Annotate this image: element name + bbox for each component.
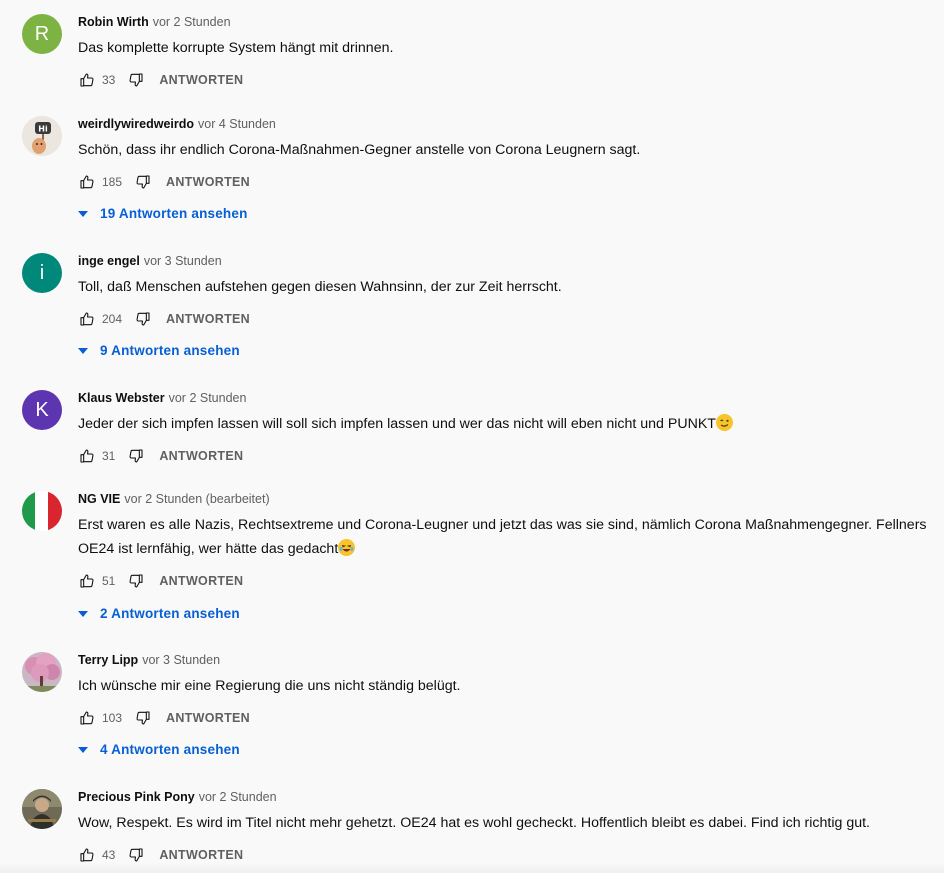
thumbs-down-icon[interactable]: [127, 447, 145, 465]
comment-text: Ich wünsche mir eine Regierung die uns n…: [78, 674, 934, 698]
person-photo-avatar-icon: [22, 789, 62, 829]
comment-author[interactable]: Robin Wirth: [78, 15, 149, 29]
thumbs-up-icon[interactable]: [78, 71, 96, 89]
view-replies-button[interactable]: 4 Antworten ansehen: [78, 742, 240, 757]
bottom-fade: [0, 863, 944, 873]
thumbs-up-icon[interactable]: [78, 173, 96, 191]
comment-text: Jeder der sich impfen lassen will soll s…: [78, 412, 934, 436]
avatar[interactable]: i: [22, 253, 62, 293]
comment-text: Erst waren es alle Nazis, Rechtsextreme …: [78, 513, 934, 561]
view-replies-label: 2 Antworten ansehen: [100, 606, 240, 621]
avatar-letter: K: [35, 398, 49, 421]
like-count: 185: [102, 175, 123, 189]
winking-face-emoji-icon: [715, 414, 733, 431]
comment-toolbar: 185 ANTWORTEN: [78, 170, 934, 194]
avatar[interactable]: R: [22, 14, 62, 54]
comment-text: Schön, dass ihr endlich Corona-Maßnahmen…: [78, 138, 934, 162]
comment-text: Wow, Respekt. Es wird im Titel nicht meh…: [78, 811, 934, 835]
view-replies-button[interactable]: 9 Antworten ansehen: [78, 343, 240, 358]
comment-author[interactable]: Klaus Webster: [78, 391, 165, 405]
thumbs-up-icon[interactable]: [78, 846, 96, 864]
comment-author[interactable]: weirdlywiredweirdo: [78, 117, 194, 131]
thumbs-down-icon[interactable]: [134, 173, 152, 191]
comment-author[interactable]: Terry Lipp: [78, 653, 138, 667]
reply-button[interactable]: ANTWORTEN: [159, 848, 243, 862]
thumbs-up-icon[interactable]: [78, 572, 96, 590]
avatar[interactable]: K: [22, 390, 62, 430]
thumbs-up-icon[interactable]: [78, 447, 96, 465]
reply-button[interactable]: ANTWORTEN: [166, 312, 250, 326]
like-count: 103: [102, 711, 123, 725]
comment-time[interactable]: vor 3 Stunden: [144, 254, 222, 268]
comment-text-content: Erst waren es alle Nazis, Rechtsextreme …: [78, 517, 927, 557]
view-replies-button[interactable]: 2 Antworten ansehen: [78, 606, 240, 621]
like-count: 31: [102, 449, 116, 463]
view-replies-label: 4 Antworten ansehen: [100, 742, 240, 757]
svg-text:Hi: Hi: [38, 125, 48, 134]
comment-time[interactable]: vor 2 Stunden: [199, 790, 277, 804]
caret-down-icon: [78, 610, 88, 617]
avatar-letter: i: [39, 261, 45, 284]
comment-text: Das komplette korrupte System hängt mit …: [78, 36, 934, 60]
view-replies-button[interactable]: 19 Antworten ansehen: [78, 206, 248, 221]
thumbs-down-icon[interactable]: [127, 572, 145, 590]
thumbs-up-icon[interactable]: [78, 310, 96, 328]
comment-text-content: Ich wünsche mir eine Regierung die uns n…: [78, 678, 461, 694]
comment-toolbar: 51 ANTWORTEN: [78, 569, 934, 593]
caret-down-icon: [78, 210, 88, 217]
comment-time[interactable]: vor 4 Stunden: [198, 117, 276, 131]
hi-sign-avatar-icon: Hi: [22, 116, 62, 156]
reply-button[interactable]: ANTWORTEN: [159, 73, 243, 87]
thumbs-down-icon[interactable]: [127, 846, 145, 864]
comment-toolbar: 31 ANTWORTEN: [78, 444, 934, 468]
comment-author[interactable]: NG VIE: [78, 492, 120, 506]
reply-button[interactable]: ANTWORTEN: [159, 449, 243, 463]
comment-text-content: Das komplette korrupte System hängt mit …: [78, 40, 394, 56]
comment-author[interactable]: inge engel: [78, 254, 140, 268]
comment-text-content: Jeder der sich impfen lassen will soll s…: [78, 416, 716, 432]
comment-time[interactable]: vor 2 Stunden: [153, 15, 231, 29]
comment-text-content: Toll, daß Menschen aufstehen gegen diese…: [78, 279, 562, 295]
view-replies-label: 19 Antworten ansehen: [100, 206, 248, 221]
thumbs-down-icon[interactable]: [127, 71, 145, 89]
reply-button[interactable]: ANTWORTEN: [166, 711, 250, 725]
comment-toolbar: 103 ANTWORTEN: [78, 706, 934, 730]
comment-toolbar: 204 ANTWORTEN: [78, 307, 934, 331]
like-count: 43: [102, 848, 116, 862]
italian-flag-avatar-icon: [22, 491, 62, 531]
comment-time[interactable]: vor 2 Stunden: [169, 391, 247, 405]
avatar[interactable]: Hi: [22, 116, 62, 156]
comment-time[interactable]: vor 2 Stunden (bearbeitet): [124, 492, 269, 506]
thumbs-up-icon[interactable]: [78, 709, 96, 727]
thumbs-down-icon[interactable]: [134, 310, 152, 328]
comment-text: Toll, daß Menschen aufstehen gegen diese…: [78, 275, 934, 299]
comment-text-content: Schön, dass ihr endlich Corona-Maßnahmen…: [78, 142, 641, 158]
caret-down-icon: [78, 746, 88, 753]
reply-button[interactable]: ANTWORTEN: [159, 574, 243, 588]
comment-toolbar: 33 ANTWORTEN: [78, 68, 934, 92]
thumbs-down-icon[interactable]: [134, 709, 152, 727]
reply-button[interactable]: ANTWORTEN: [166, 175, 250, 189]
blossom-tree-avatar-icon: [22, 652, 62, 692]
avatar[interactable]: [22, 491, 62, 531]
comment-text-content: Wow, Respekt. Es wird im Titel nicht meh…: [78, 815, 870, 831]
comments-section: R Robin Wirth vor 2 Stunden Das komplette…: [0, 0, 944, 873]
caret-down-icon: [78, 347, 88, 354]
comment-time[interactable]: vor 3 Stunden: [142, 653, 220, 667]
avatar-letter: R: [34, 22, 50, 45]
laughing-face-emoji-icon: [338, 539, 356, 556]
like-count: 33: [102, 73, 116, 87]
like-count: 51: [102, 574, 116, 588]
comment-author[interactable]: Precious Pink Pony: [78, 790, 195, 804]
avatar[interactable]: [22, 652, 62, 692]
like-count: 204: [102, 312, 123, 326]
avatar[interactable]: [22, 789, 62, 829]
view-replies-label: 9 Antworten ansehen: [100, 343, 240, 358]
